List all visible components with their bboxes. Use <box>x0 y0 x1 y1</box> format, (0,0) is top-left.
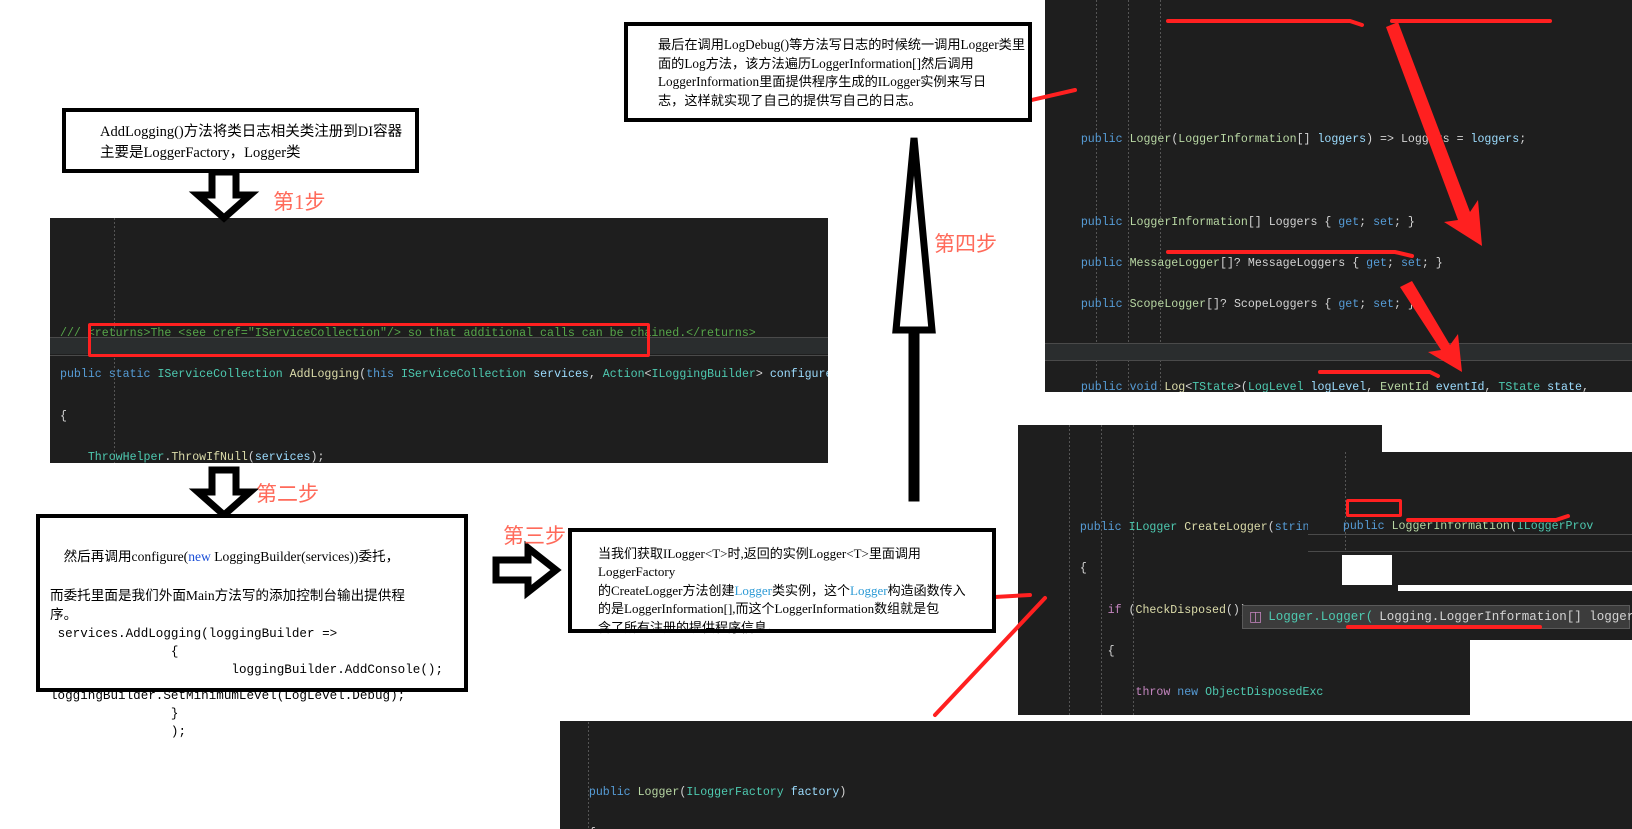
note-configure-text-1: 然后再调用configure(new LoggingBuilder(servic… <box>64 549 400 564</box>
note-addlogging-text-2: 主要是LoggerFactory，Logger类 <box>100 143 415 164</box>
mask-strip-bottom-right <box>1470 640 1632 715</box>
note-configure-line-4: services.AddLogging(loggingBuilder => <box>50 625 464 643</box>
note-configure-line-5: { <box>50 643 464 661</box>
cube-icon: ◫ <box>1249 609 1262 626</box>
loggerinfo-sep-2 <box>1308 551 1632 552</box>
step-label-4: 第四步 <box>934 228 997 258</box>
note-logdebug-line-2: 面的Log方法，该方法遍历LoggerInformation[]然后调用 <box>658 55 1028 74</box>
note-addlogging: AddLogging()方法将类日志相关类注册到DI容器 主要是LoggerFa… <box>62 108 419 173</box>
note-createlogger-line-2: 的CreateLogger方法创建Logger类实例，这个Logger构造函数传… <box>598 582 992 600</box>
code-panel-logger-generic[interactable]: public Logger(ILoggerFactory factory) { … <box>560 718 1632 829</box>
arrow-step-1 <box>198 172 250 218</box>
note-configure-line-7 <box>50 679 464 687</box>
arrow-step-3 <box>496 548 556 592</box>
note-createlogger-line-1: 当我们获取ILogger<T>时,返回的实例Logger<T>里面调用Logge… <box>598 545 992 582</box>
mask-bottom-left <box>560 718 1632 721</box>
highlight-box-tryadd <box>88 323 650 357</box>
note-configure: 然后再调用configure(new LoggingBuilder(servic… <box>36 514 468 692</box>
note-logdebug-line-3: LoggerInformation里面提供程序生成的ILogger实例来写日 <box>658 73 1028 92</box>
arrow-step-2 <box>198 470 250 515</box>
mask-strip-mid <box>1398 585 1632 591</box>
note-configure-line-2: 而委托里面是我们外面Main方法写的添加控制台输出提供程 <box>50 586 464 606</box>
note-logdebug-line-1: 最后在调用LogDebug()等方法写日志的时候统一调用Logger类里 <box>658 36 1028 55</box>
loggerinfo-sep-1 <box>1308 534 1632 535</box>
note-configure-line-10: ); <box>50 723 464 741</box>
tooltip-signature-name: Logger.Logger( <box>1268 610 1373 624</box>
note-configure-line-1: 然后再调用configure(new LoggingBuilder(servic… <box>50 527 464 586</box>
intellisense-tooltip: ◫ Logger.Logger( Logging.LoggerInformati… <box>1242 605 1630 629</box>
note-configure-line-9: } <box>50 705 464 723</box>
note-configure-line-3: 序。 <box>50 605 464 625</box>
note-createlogger-line-4: 含了所有注册的提供程序信息。 <box>598 619 992 637</box>
mask-strip-right-2 <box>1342 555 1392 585</box>
note-createlogger-line-3: 的是LoggerInformation[],而这个LoggerInformati… <box>598 600 992 618</box>
note-configure-line-8: loggingBuilder.SetMinimumLevel(LogLevel.… <box>50 687 464 705</box>
step-label-1: 第1步 <box>273 186 326 216</box>
code-panel-logger-log[interactable]: public Logger(LoggerInformation[] logger… <box>1045 0 1632 392</box>
note-configure-line-6: loggingBuilder.AddConsole(); <box>50 661 464 679</box>
note-logdebug-line-4: 志，这样就实现了自己的提供写自己的日志。 <box>658 92 1028 111</box>
tooltip-signature-arg: Logging.LoggerInformation[] loggers) <box>1379 610 1632 624</box>
highlight-box-logger-assign <box>1346 499 1402 517</box>
note-logdebug: 最后在调用LogDebug()等方法写日志的时候统一调用Logger类里 面的L… <box>624 22 1032 122</box>
note-addlogging-text: AddLogging()方法将类日志相关类注册到DI容器 <box>100 122 415 143</box>
arrow-step-4 <box>896 138 932 498</box>
note-createlogger: 当我们获取ILogger<T>时,返回的实例Logger<T>里面调用Logge… <box>568 528 996 633</box>
step-label-3: 第三步 <box>503 520 566 550</box>
step-label-2: 第二步 <box>256 478 319 508</box>
